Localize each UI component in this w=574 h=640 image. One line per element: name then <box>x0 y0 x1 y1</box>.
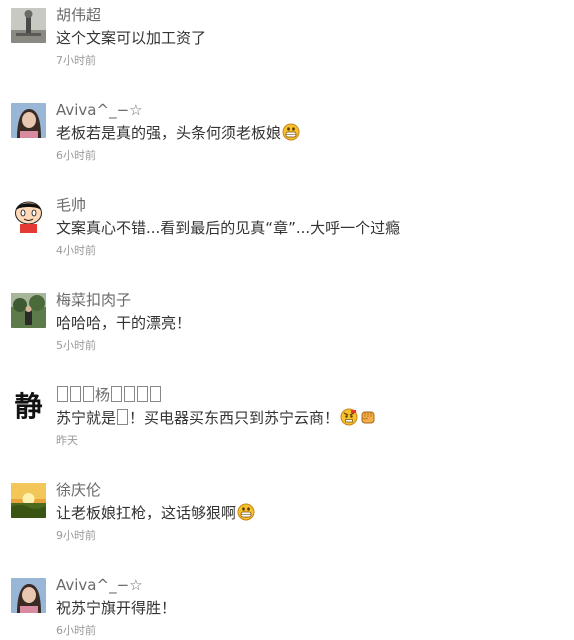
avatar[interactable] <box>11 578 46 613</box>
determined-face-icon <box>340 408 358 426</box>
username[interactable]: Aviva^_−☆ <box>56 100 143 120</box>
avatar[interactable] <box>11 293 46 328</box>
comment-list: 胡伟超 这个文案可以加工资了 7小时前 Aviva^_−☆ 老板若是真的强，头条… <box>0 0 574 640</box>
comment-text: 苏宁就是 ！买电器买东西只到苏宁云商！ <box>56 407 377 429</box>
timestamp: 5小时前 <box>56 339 96 352</box>
avatar[interactable]: 静 <box>11 388 46 423</box>
avatar[interactable] <box>11 198 46 233</box>
comment-text: 哈哈哈，干的漂亮！ <box>56 314 192 332</box>
username[interactable]: 徐庆伦 <box>56 480 101 500</box>
comment-text-content: 老板若是真的强，头条何须老板娘 <box>56 124 282 142</box>
comment-text-end: ！买电器买东西只到苏宁云商！ <box>129 409 340 427</box>
comment-text: 文案真心不错...看到最后的见真“章”...大呼一个过瘾 <box>56 219 401 237</box>
username[interactable]: 胡伟超 <box>56 5 101 25</box>
timestamp: 7小时前 <box>56 54 96 67</box>
username[interactable]: 毛帅 <box>56 195 86 215</box>
grin-face-icon <box>282 123 300 141</box>
avatar-glyph: 静 <box>14 390 42 423</box>
timestamp: 昨天 <box>56 434 78 447</box>
timestamp: 6小时前 <box>56 624 96 637</box>
comment-text: 祝苏宁旗开得胜！ <box>56 599 177 617</box>
comment-text-content: 让老板娘扛枪，这话够狠啊 <box>56 504 237 522</box>
comment-text-start: 苏宁就是 <box>56 409 117 427</box>
fist-icon <box>359 408 377 426</box>
grin-face-icon <box>237 503 255 521</box>
avatar[interactable] <box>11 483 46 518</box>
username[interactable]: 杨 <box>56 385 162 405</box>
timestamp: 6小时前 <box>56 149 96 162</box>
username[interactable]: 梅菜扣肉子 <box>56 290 131 310</box>
username[interactable]: Aviva^_−☆ <box>56 575 143 595</box>
comment-text: 让老板娘扛枪，这话够狠啊 <box>56 502 255 524</box>
timestamp: 4小时前 <box>56 244 96 257</box>
avatar[interactable] <box>11 103 46 138</box>
comment-text: 老板若是真的强，头条何须老板娘 <box>56 122 300 144</box>
comment-text: 这个文案可以加工资了 <box>56 29 207 47</box>
timestamp: 9小时前 <box>56 529 96 542</box>
avatar[interactable] <box>11 8 46 43</box>
username-char: 杨 <box>95 386 111 404</box>
